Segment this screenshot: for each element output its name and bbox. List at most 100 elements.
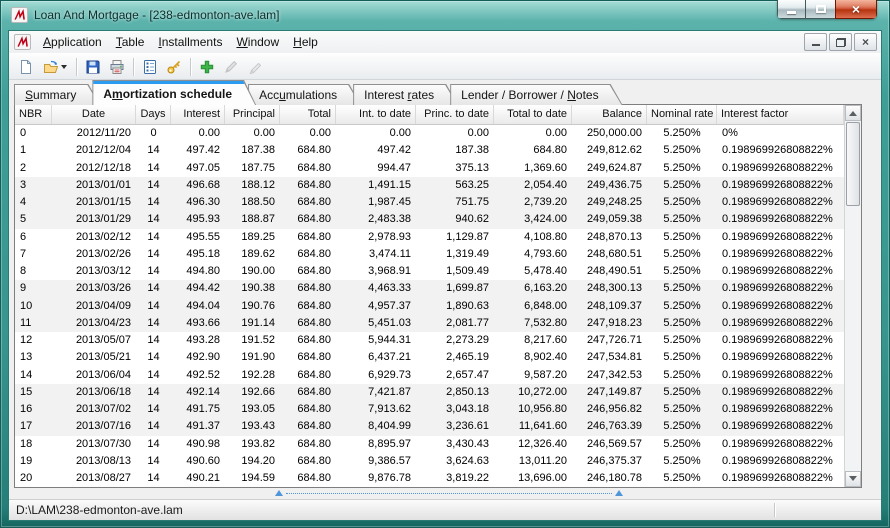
- cell-int-to-date: 3,968.91: [336, 263, 416, 280]
- cell-princ-to-date: 3,430.43: [416, 436, 494, 453]
- menu-installments[interactable]: Installments: [151, 32, 229, 52]
- app-logo-icon: [11, 7, 28, 23]
- table-row-14[interactable]: 142013/06/0414492.52192.28684.806,929.73…: [15, 367, 844, 384]
- cell-int-to-date: 1,491.15: [336, 177, 416, 194]
- add-installment-button[interactable]: [195, 56, 219, 78]
- tab-interest-rates[interactable]: Interest rates: [353, 84, 458, 105]
- cell-int-to-date: 8,895.97: [336, 436, 416, 453]
- toolbar-separator: [133, 58, 134, 76]
- cell-date: 2013/07/02: [52, 401, 136, 418]
- table-row-13[interactable]: 132013/05/2114492.90191.90684.806,437.21…: [15, 349, 844, 366]
- cell-nominal-rate: 5.250%: [647, 453, 717, 470]
- close-button[interactable]: ×: [835, 0, 877, 19]
- cell-date: 2013/03/12: [52, 263, 136, 280]
- cell-principal: 189.62: [225, 246, 280, 263]
- print-button[interactable]: [105, 56, 129, 78]
- cell-total: 684.80: [280, 298, 336, 315]
- app-window: Loan And Mortgage - [238-edmonton-ave.la…: [0, 0, 890, 528]
- cell-int-to-date: 3,474.11: [336, 246, 416, 263]
- table-row-11[interactable]: 112013/04/2314493.66191.14684.805,451.03…: [15, 315, 844, 332]
- table-row-7[interactable]: 72013/02/2614495.18189.62684.803,474.111…: [15, 246, 844, 263]
- title-bar[interactable]: Loan And Mortgage - [238-edmonton-ave.la…: [0, 0, 890, 30]
- table-row-20[interactable]: 202013/08/2714490.21194.59684.809,876.78…: [15, 470, 844, 487]
- table-row-5[interactable]: 52013/01/2914495.93188.87684.802,483.389…: [15, 211, 844, 228]
- table-row-3[interactable]: 32013/01/0114496.68188.12684.801,491.155…: [15, 177, 844, 194]
- table-row-0[interactable]: 02012/11/2000.000.000.000.000.000.00250,…: [15, 125, 844, 142]
- cell-nbr: 16: [15, 401, 52, 418]
- table-row-6[interactable]: 62013/02/1214495.55189.25684.802,978.931…: [15, 229, 844, 246]
- cell-nbr: 19: [15, 453, 52, 470]
- window-controls: ×: [777, 0, 877, 19]
- menu-help[interactable]: Help: [286, 32, 325, 52]
- table-row-2[interactable]: 22012/12/1814497.05187.75684.80994.47375…: [15, 160, 844, 177]
- column-header-days: Days: [136, 105, 171, 124]
- new-document-icon: [18, 59, 34, 75]
- cell-days: 0: [136, 125, 171, 142]
- scroll-down-button[interactable]: [845, 471, 861, 487]
- menu-application[interactable]: Application: [36, 32, 109, 52]
- menu-window[interactable]: Window: [229, 32, 286, 52]
- mdi-restore-button[interactable]: [829, 33, 852, 51]
- key-button[interactable]: [162, 56, 186, 78]
- save-button[interactable]: [81, 56, 105, 78]
- tab-label: Accumulations: [248, 84, 361, 102]
- cell-nbr: 1: [15, 142, 52, 159]
- table-row-4[interactable]: 42013/01/1514496.30188.50684.801,987.457…: [15, 194, 844, 211]
- cell-interest-factor: 0.198969926808822%: [717, 177, 844, 194]
- mdi-minimize-button[interactable]: [804, 33, 827, 51]
- cell-interest: 491.37: [171, 418, 225, 435]
- tab-summary[interactable]: Summary: [14, 84, 100, 105]
- status-bar: D:\LAM\238-edmonton-ave.lam: [9, 499, 881, 520]
- mdi-close-button[interactable]: ×: [854, 33, 877, 51]
- splitter-right-arrow-icon: [615, 490, 623, 496]
- cell-nbr: 11: [15, 315, 52, 332]
- cell-nbr: 2: [15, 160, 52, 177]
- menu-table[interactable]: Table: [109, 32, 152, 52]
- cell-date: 2012/12/04: [52, 142, 136, 159]
- cell-date: 2013/04/09: [52, 298, 136, 315]
- table-row-18[interactable]: 182013/07/3014490.98193.82684.808,895.97…: [15, 436, 844, 453]
- cell-principal: 189.25: [225, 229, 280, 246]
- cell-nominal-rate: 5.250%: [647, 194, 717, 211]
- scroll-up-button[interactable]: [845, 105, 861, 121]
- maximize-button[interactable]: [806, 0, 835, 19]
- cell-nbr: 15: [15, 384, 52, 401]
- erase-installment-button[interactable]: [243, 56, 267, 78]
- table-row-9[interactable]: 92013/03/2614494.42190.38684.804,463.331…: [15, 280, 844, 297]
- grid-body: 02012/11/2000.000.000.000.000.000.00250,…: [15, 125, 844, 487]
- save-icon: [85, 59, 101, 75]
- cell-balance: 247,342.53: [572, 367, 647, 384]
- print-icon: [109, 59, 125, 75]
- table-row-17[interactable]: 172013/07/1614491.37193.43684.808,404.99…: [15, 418, 844, 435]
- loan-properties-button[interactable]: [138, 56, 162, 78]
- cell-balance: 249,248.25: [572, 194, 647, 211]
- vertical-scrollbar[interactable]: [844, 105, 861, 487]
- table-row-8[interactable]: 82013/03/1214494.80190.00684.803,968.911…: [15, 263, 844, 280]
- tab-lender-borrower-notes[interactable]: Lender / Borrower / Notes: [450, 84, 622, 105]
- edit-installment-button[interactable]: [219, 56, 243, 78]
- tab-accumulations[interactable]: Accumulations: [248, 84, 361, 105]
- cell-days: 14: [136, 418, 171, 435]
- new-button[interactable]: [14, 56, 38, 78]
- horizontal-splitter[interactable]: [14, 488, 862, 498]
- cell-principal: 187.75: [225, 160, 280, 177]
- cell-interest: 495.55: [171, 229, 225, 246]
- table-row-15[interactable]: 152013/06/1814492.14192.66684.807,421.87…: [15, 384, 844, 401]
- table-row-10[interactable]: 102013/04/0914494.04190.76684.804,957.37…: [15, 298, 844, 315]
- table-row-12[interactable]: 122013/05/0714493.28191.52684.805,944.31…: [15, 332, 844, 349]
- table-row-19[interactable]: 192013/08/1314490.60194.20684.809,386.57…: [15, 453, 844, 470]
- cell-nominal-rate: 5.250%: [647, 160, 717, 177]
- cell-principal: 193.05: [225, 401, 280, 418]
- table-row-1[interactable]: 12012/12/0414497.42187.38684.80497.42187…: [15, 142, 844, 159]
- tab-amortization-schedule[interactable]: Amortization schedule: [92, 80, 256, 105]
- cell-total-to-date: 8,902.40: [494, 349, 572, 366]
- open-button[interactable]: [38, 56, 72, 78]
- cell-interest: 490.98: [171, 436, 225, 453]
- cell-total-to-date: 5,478.40: [494, 263, 572, 280]
- cell-princ-to-date: 2,465.19: [416, 349, 494, 366]
- cell-total-to-date: 12,326.40: [494, 436, 572, 453]
- table-row-16[interactable]: 162013/07/0214491.75193.05684.807,913.62…: [15, 401, 844, 418]
- minimize-button[interactable]: [777, 0, 806, 19]
- scrollbar-thumb[interactable]: [846, 122, 860, 206]
- cell-interest: 497.05: [171, 160, 225, 177]
